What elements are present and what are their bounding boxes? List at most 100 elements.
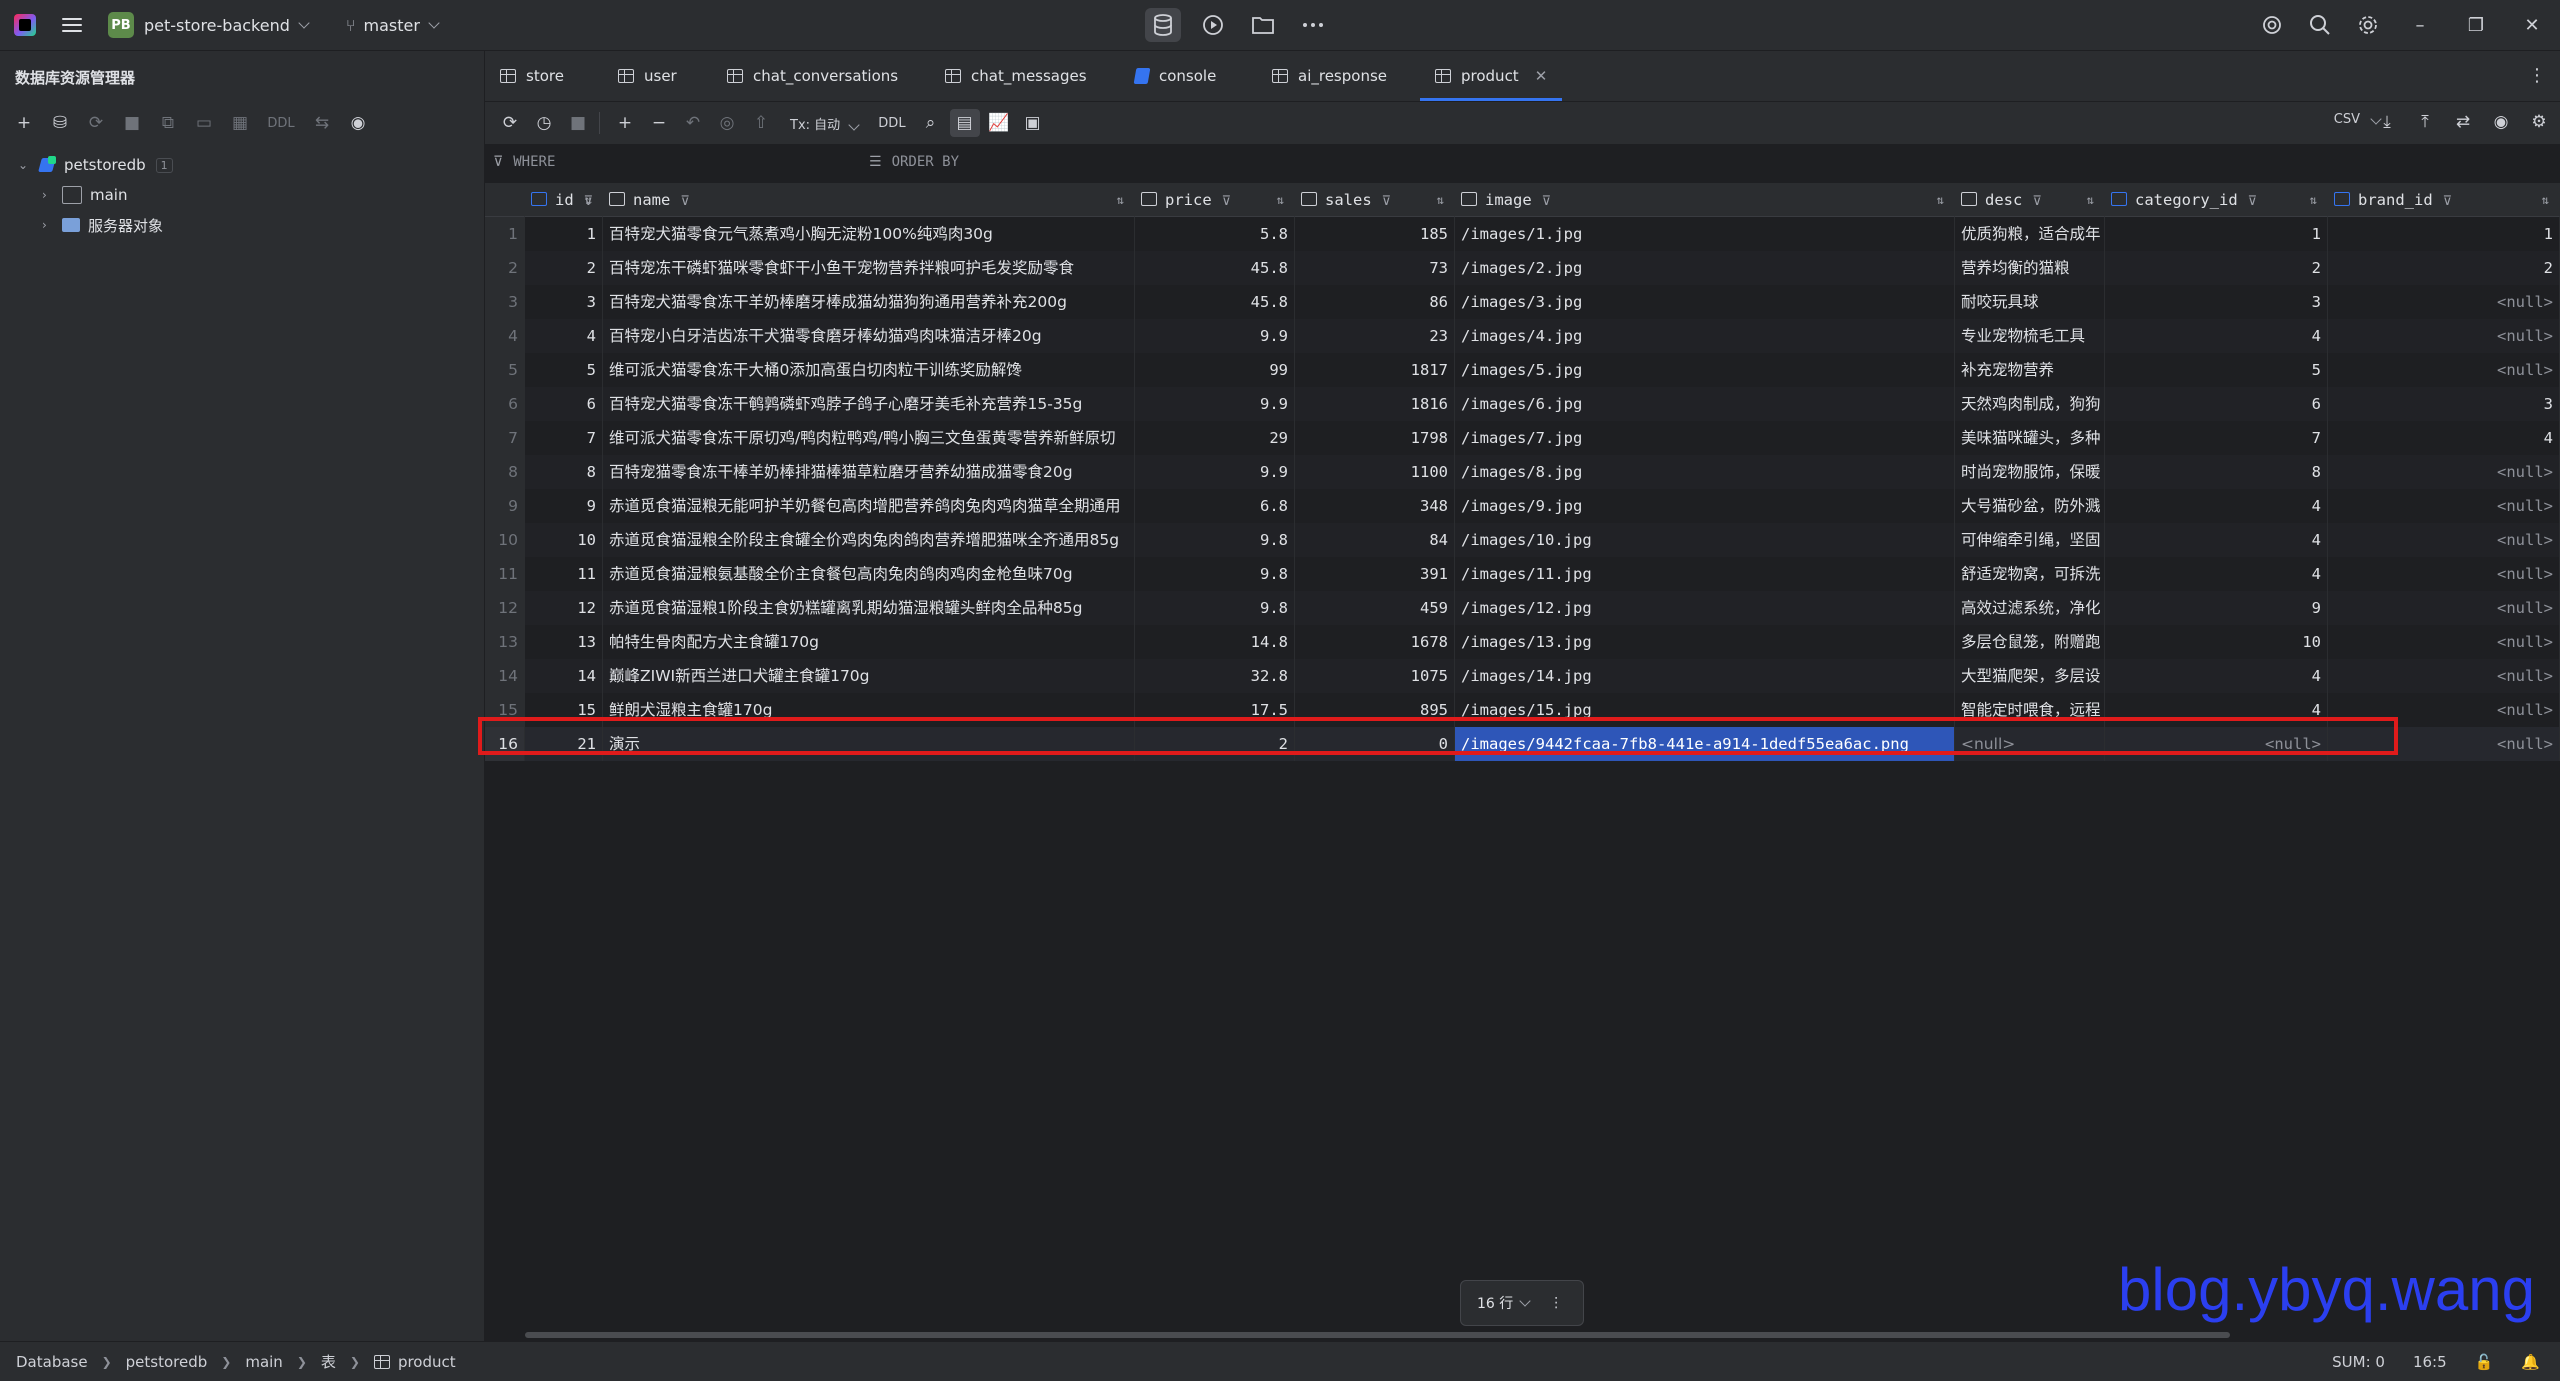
cell-id[interactable]: 7: [525, 421, 603, 455]
table-row[interactable]: 5 5 维可派犬猫零食冻干大桶0添加高蛋白切肉粒干训练奖励解馋 99 1817/imag…: [485, 353, 2560, 387]
row-number[interactable]: 2: [485, 251, 525, 285]
tab-store[interactable]: store: [500, 51, 564, 101]
cell-id[interactable]: 11: [525, 557, 603, 591]
cell-brand-id[interactable]: 1: [2328, 217, 2560, 251]
cell-brand-id[interactable]: 2: [2328, 251, 2560, 285]
cell-price[interactable]: 14.8: [1135, 625, 1295, 659]
breadcrumb-item[interactable]: 表: [321, 1351, 336, 1372]
table-row[interactable]: 11 11 赤道觅食猫湿粮氨基酸全价主食餐包高肉兔肉鸽肉鸡肉金枪鱼味70g 9.8 39…: [485, 557, 2560, 591]
filter-icon[interactable]: ⊽: [2032, 194, 2042, 209]
row-number[interactable]: 12: [485, 591, 525, 625]
cell-sales[interactable]: 86: [1295, 285, 1455, 319]
row-number[interactable]: 3: [485, 285, 525, 319]
sort-icon[interactable]: ⇅: [585, 183, 592, 216]
cell-price[interactable]: 29: [1135, 421, 1295, 455]
history-icon[interactable]: ◷: [529, 109, 559, 137]
row-number[interactable]: 11: [485, 557, 525, 591]
table-row[interactable]: 9 9 赤道觅食猫湿粮无能呵护羊奶餐包高肉增肥营养鸽肉兔肉鸡肉猫草全期通用 6.8 34…: [485, 489, 2560, 523]
cell-id[interactable]: 10: [525, 523, 603, 557]
main-menu-icon[interactable]: [62, 18, 82, 32]
table-row[interactable]: 10 10 赤道觅食猫湿粮全阶段主食罐全价鸡肉兔肉鸽肉营养增肥猫咪全齐通用85g 9.…: [485, 523, 2560, 557]
filter-icon[interactable]: ⊽: [1542, 194, 1552, 209]
filter-icon[interactable]: ⊽: [1382, 194, 1392, 209]
eye-icon[interactable]: ◉: [344, 109, 372, 137]
preview-changes-icon[interactable]: ◎: [712, 109, 742, 137]
cell-desc[interactable]: 专业宠物梳毛工具: [1955, 319, 2105, 353]
cell-sales[interactable]: 23: [1295, 319, 1455, 353]
run-services-icon[interactable]: [1195, 8, 1231, 42]
cell-desc[interactable]: 大型猫爬架，多层设: [1955, 659, 2105, 693]
transaction-mode-dropdown[interactable]: Tx: 自动: [790, 114, 860, 133]
cell-name[interactable]: 百特宠犬猫零食冻干羊奶棒磨牙棒成猫幼猫狗狗通用营养补充200g: [603, 285, 1135, 319]
search-icon[interactable]: ⌕: [916, 109, 946, 137]
cell-desc[interactable]: 耐咬玩具球: [1955, 285, 2105, 319]
cell-category-id[interactable]: 4: [2105, 557, 2328, 591]
cell-desc[interactable]: 大号猫砂盆，防外溅: [1955, 489, 2105, 523]
cell-desc[interactable]: 智能定时喂食，远程: [1955, 693, 2105, 727]
database-icon[interactable]: [1145, 8, 1181, 42]
cell-category-id[interactable]: 8: [2105, 455, 2328, 489]
filter-icon[interactable]: ⊽: [1222, 194, 1232, 209]
row-number[interactable]: 9: [485, 489, 525, 523]
revert-icon[interactable]: ↶: [678, 109, 708, 137]
cell-sales[interactable]: 84: [1295, 523, 1455, 557]
cell-sales[interactable]: 895: [1295, 693, 1455, 727]
horizontal-scrollbar[interactable]: [525, 1332, 2230, 1338]
tab-user[interactable]: user: [618, 51, 677, 101]
cell-price[interactable]: 5.8: [1135, 217, 1295, 251]
cell-category-id[interactable]: 4: [2105, 523, 2328, 557]
table-row[interactable]: 13 13 帕特生骨肉配方犬主食罐170g 14.8 1678/images/13.jp…: [485, 625, 2560, 659]
cell-category-id[interactable]: 4: [2105, 693, 2328, 727]
cell-image[interactable]: /images/2.jpg: [1455, 251, 1955, 285]
cell-desc[interactable]: <null>: [1955, 727, 2105, 761]
row-number[interactable]: 6: [485, 387, 525, 421]
cell-sales[interactable]: 391: [1295, 557, 1455, 591]
breadcrumb-item[interactable]: main: [245, 1353, 282, 1371]
cell-name[interactable]: 维可派犬猫零食冻干原切鸡/鸭肉粒鸭鸡/鸭小胸三文鱼蛋黄零营养新鲜原切: [603, 421, 1135, 455]
column-header-image[interactable]: image ⊽ ⇅: [1455, 183, 1955, 217]
cell-desc[interactable]: 多层仓鼠笼，附赠跑: [1955, 625, 2105, 659]
delete-row-icon[interactable]: −: [644, 109, 674, 137]
cell-name[interactable]: 演示: [603, 727, 1135, 761]
filter-icon[interactable]: ⊽: [680, 194, 690, 209]
cell-price[interactable]: 2: [1135, 727, 1295, 761]
filter-icon[interactable]: ⊽: [2248, 194, 2258, 209]
row-number[interactable]: 10: [485, 523, 525, 557]
ddl-button[interactable]: DDL: [262, 116, 300, 131]
cell-brand-id[interactable]: <null>: [2328, 659, 2560, 693]
lock-icon[interactable]: 🔓: [2475, 1353, 2494, 1371]
cell-name[interactable]: 维可派犬猫零食冻干大桶0添加高蛋白切肉粒干训练奖励解馋: [603, 353, 1135, 387]
cell-id[interactable]: 21: [525, 727, 603, 761]
cell-sales[interactable]: 1816: [1295, 387, 1455, 421]
more-icon[interactable]: [1295, 8, 1331, 42]
cell-name[interactable]: 巅峰ZIWI新西兰进口犬罐主食罐170g: [603, 659, 1135, 693]
table-icon[interactable]: ▦: [226, 109, 254, 137]
tab-product[interactable]: product ✕: [1420, 51, 1563, 101]
cell-price[interactable]: 6.8: [1135, 489, 1295, 523]
cell-category-id[interactable]: 1: [2105, 217, 2328, 251]
cell-name[interactable]: 赤道觅食猫湿粮全阶段主食罐全价鸡肉兔肉鸽肉营养增肥猫咪全齐通用85g: [603, 523, 1135, 557]
cell-desc[interactable]: 可伸缩牵引绳，坚固: [1955, 523, 2105, 557]
sort-icon[interactable]: ⇅: [1937, 183, 1944, 216]
cell-sales[interactable]: 1075: [1295, 659, 1455, 693]
cell-price[interactable]: 9.8: [1135, 557, 1295, 591]
cell-image[interactable]: /images/6.jpg: [1455, 387, 1955, 421]
chevron-down-icon[interactable]: ⌄: [18, 158, 28, 172]
cell-price[interactable]: 17.5: [1135, 693, 1295, 727]
close-icon[interactable]: ✕: [2504, 0, 2560, 50]
cell-name[interactable]: 赤道觅食猫湿粮无能呵护羊奶餐包高肉增肥营养鸽肉兔肉鸡肉猫草全期通用: [603, 489, 1135, 523]
cell-category-id[interactable]: 2: [2105, 251, 2328, 285]
cell-price[interactable]: 9.9: [1135, 319, 1295, 353]
cell-id[interactable]: 3: [525, 285, 603, 319]
row-number[interactable]: 14: [485, 659, 525, 693]
project-badge[interactable]: PB: [108, 12, 134, 38]
tab-chat-messages[interactable]: chat_messages: [945, 51, 1087, 101]
cell-sales[interactable]: 1100: [1295, 455, 1455, 489]
cell-sales[interactable]: 459: [1295, 591, 1455, 625]
cell-name[interactable]: 百特宠犬猫零食元气蒸煮鸡小胸无淀粉100%纯鸡肉30g: [603, 217, 1135, 251]
cell-name[interactable]: 鲜朗犬湿粮主食罐170g: [603, 693, 1135, 727]
cell-id[interactable]: 14: [525, 659, 603, 693]
add-row-icon[interactable]: +: [610, 109, 640, 137]
cell-brand-id[interactable]: <null>: [2328, 285, 2560, 319]
download-icon[interactable]: ⤓: [2372, 108, 2402, 136]
